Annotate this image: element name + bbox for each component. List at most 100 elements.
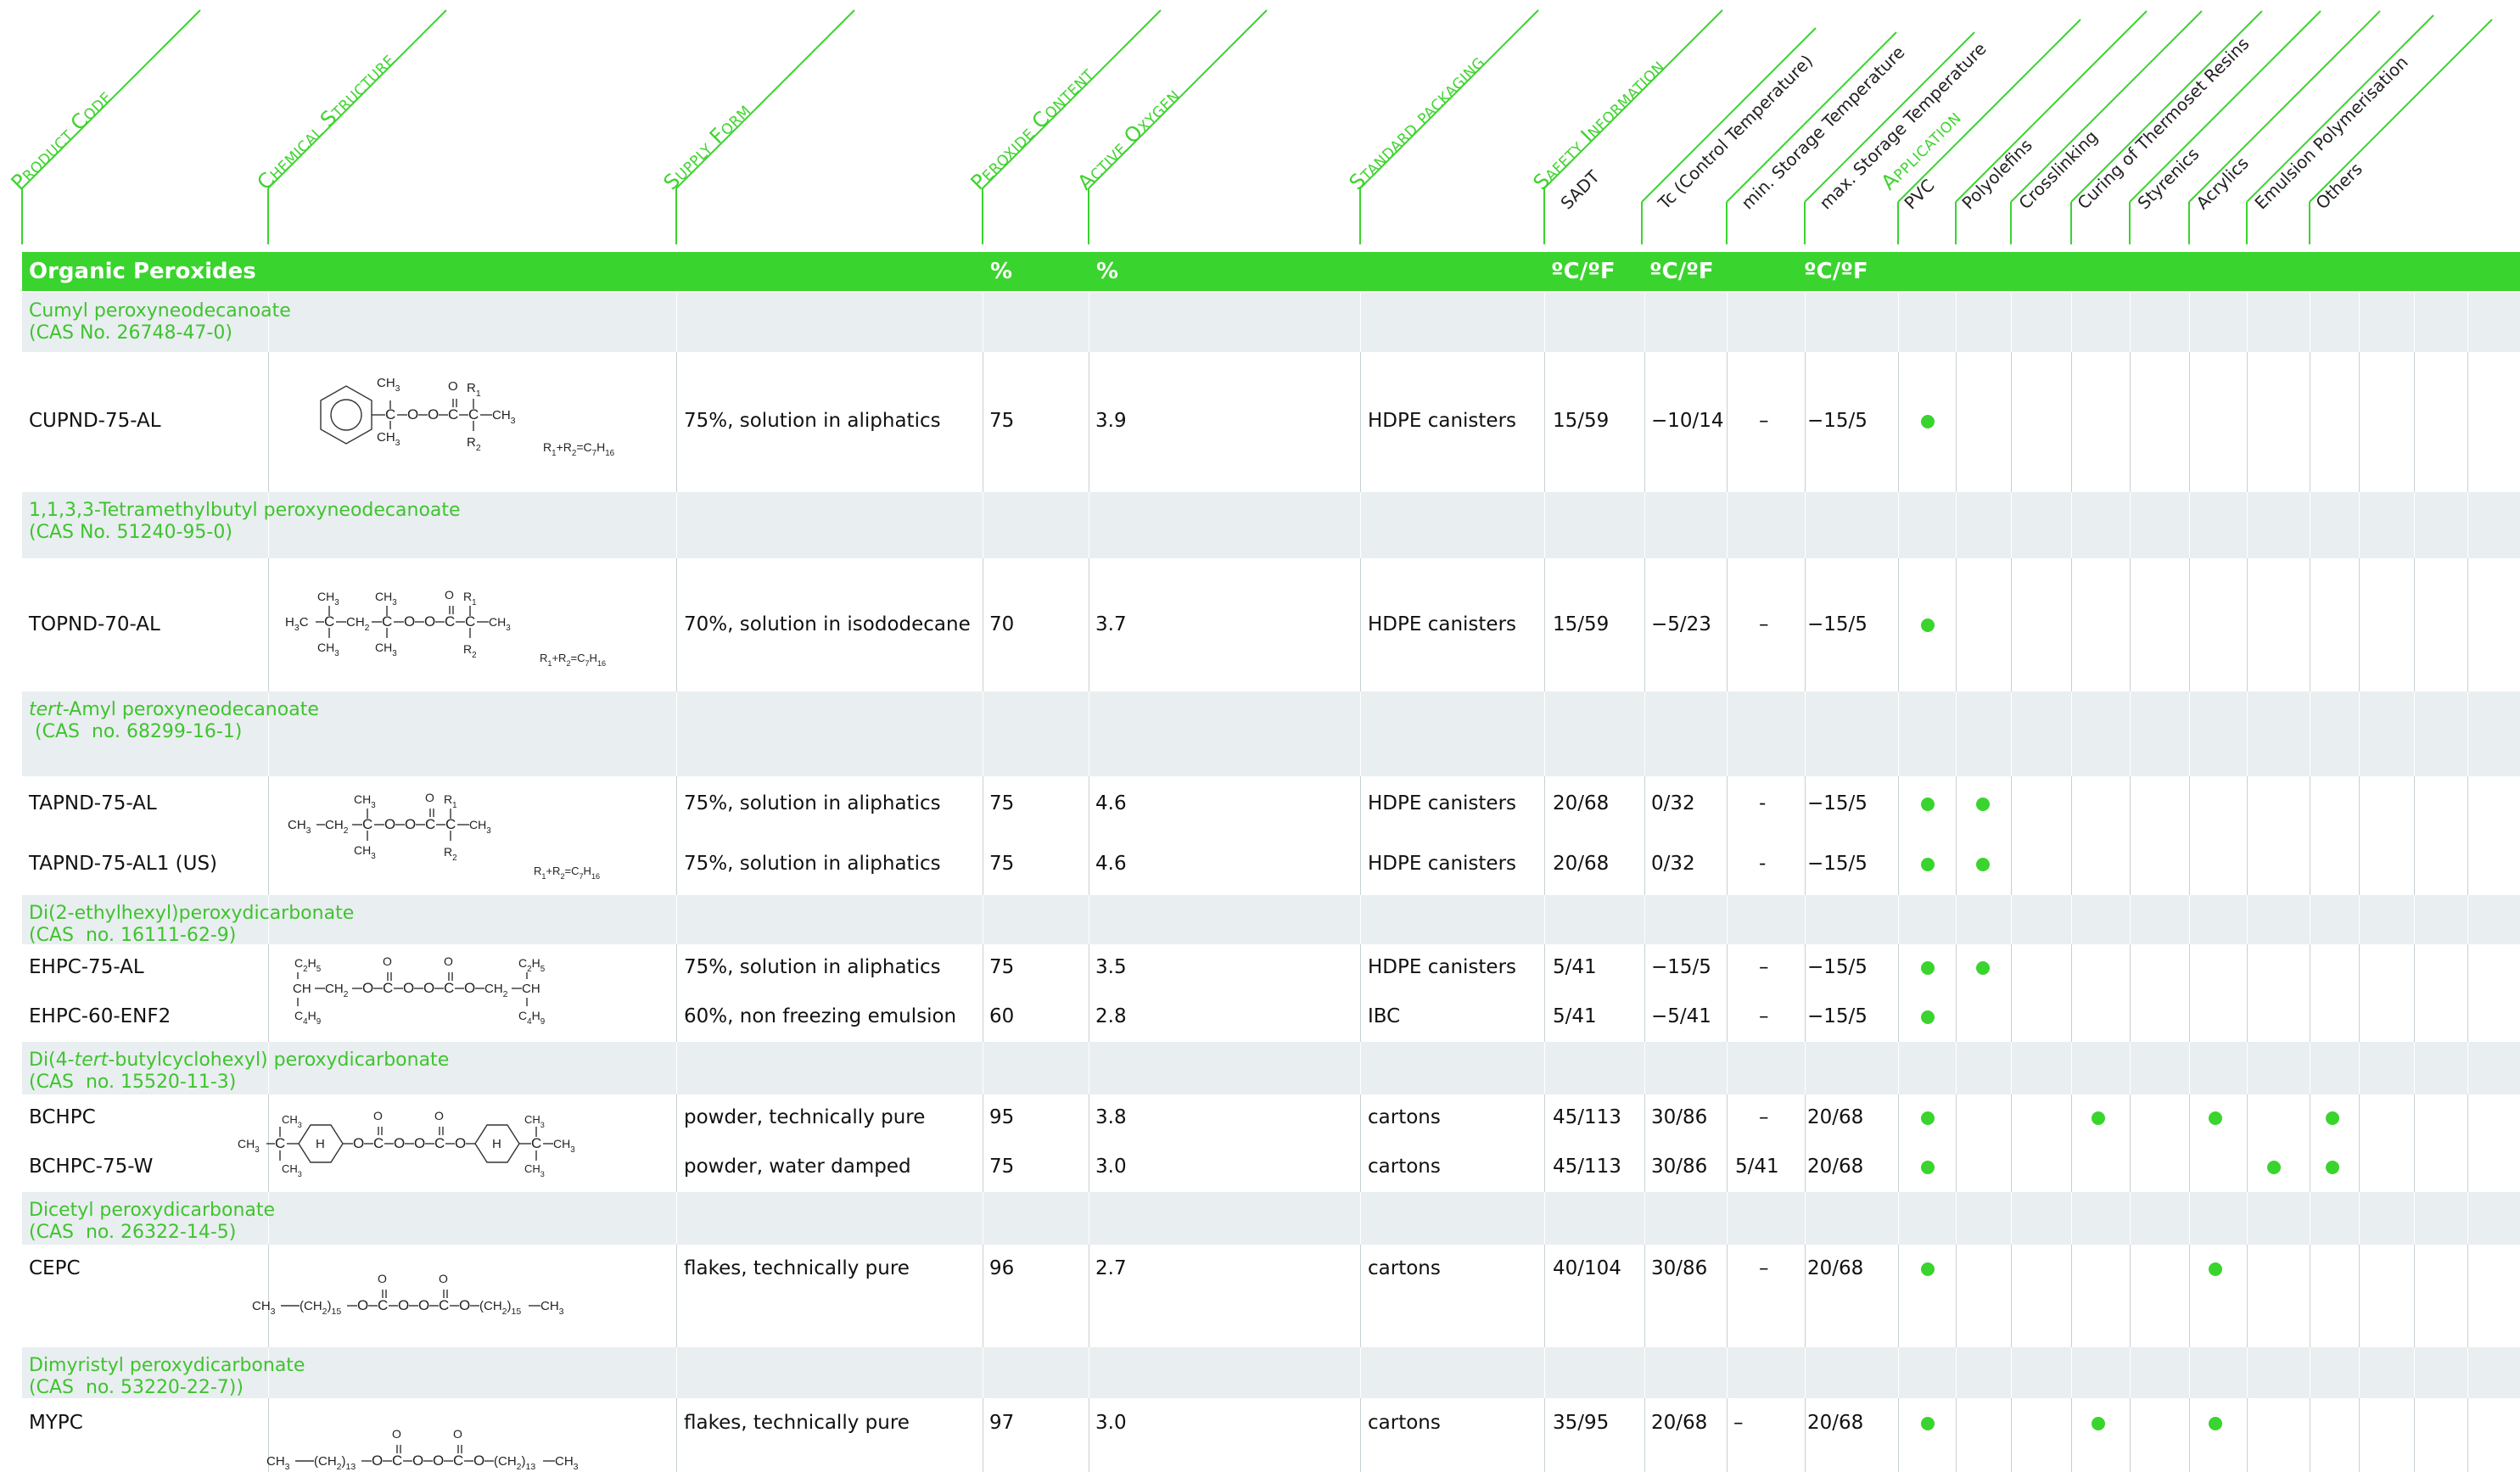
column-divider bbox=[1805, 352, 1806, 492]
column-divider bbox=[2071, 1192, 2072, 1245]
structure-label: CH3 bbox=[377, 430, 400, 448]
section-band bbox=[22, 1347, 2520, 1398]
column-divider bbox=[2011, 1398, 2012, 1472]
cell-sadt: 45/113 bbox=[1553, 1156, 1621, 1178]
column-divider bbox=[268, 944, 269, 1042]
column-divider bbox=[1898, 1042, 1899, 1094]
column-divider bbox=[2247, 691, 2248, 776]
structure-label: CH3 bbox=[252, 1299, 276, 1317]
column-divider bbox=[2071, 691, 2072, 776]
column-divider bbox=[1644, 1192, 1645, 1245]
structure-label: CH bbox=[522, 982, 540, 996]
structure-label: CH3 bbox=[375, 641, 397, 658]
cell-peroxide: 97 bbox=[989, 1412, 1015, 1434]
structure-label: CH2 bbox=[484, 982, 508, 999]
structure-label: C4H9 bbox=[294, 1009, 321, 1027]
column-divider bbox=[676, 352, 677, 492]
cell-supply: 70%, solution in isododecane bbox=[684, 613, 971, 635]
cell-oxygen: 4.6 bbox=[1095, 792, 1127, 814]
structure-label: O bbox=[444, 954, 453, 968]
section-cas: (CAS No. 51240-95-0) bbox=[29, 522, 232, 543]
column-divider bbox=[2071, 895, 2072, 944]
column-divider bbox=[2189, 1398, 2190, 1472]
cell-code: EHPC-60-ENF2 bbox=[29, 1005, 171, 1027]
column-divider bbox=[2071, 1245, 2072, 1347]
column-divider bbox=[1360, 1094, 1361, 1192]
structure-label: R2 bbox=[444, 845, 457, 863]
application-dot-acrylics bbox=[2209, 1111, 2222, 1125]
cell-packaging: HDPE canisters bbox=[1368, 853, 1517, 875]
structure-label: CH3 bbox=[317, 641, 339, 658]
column-divider bbox=[2467, 1192, 2468, 1245]
column-divider bbox=[2467, 776, 2468, 895]
column-divider bbox=[1360, 895, 1361, 944]
structure-label: O bbox=[407, 406, 418, 423]
structure-label: R2 bbox=[467, 435, 481, 453]
cell-max: −15/5 bbox=[1807, 792, 1868, 814]
structure-label: H bbox=[316, 1137, 325, 1151]
structure-ehpc: C2H5CHC4H9CH2 O COO O COO CH2 CHC2H5C4H9 bbox=[293, 954, 546, 1027]
column-divider bbox=[2130, 293, 2131, 352]
column-divider bbox=[2414, 492, 2415, 558]
structure-label: O bbox=[412, 1452, 423, 1469]
structure-label: O bbox=[373, 1109, 383, 1122]
cell-supply: flakes, technically pure bbox=[684, 1412, 910, 1434]
column-divider bbox=[1544, 776, 1545, 895]
structure-label: CH3 bbox=[317, 590, 339, 607]
structure-label: O bbox=[384, 816, 395, 832]
column-divider bbox=[2130, 944, 2131, 1042]
column-divider bbox=[2247, 895, 2248, 944]
organic-peroxides-band: Organic Peroxides % % ºC/ºF ºC/ºF ºC/ºF bbox=[22, 252, 2520, 291]
application-dot-curing bbox=[2092, 1417, 2105, 1430]
cell-peroxide: 75 bbox=[989, 410, 1015, 432]
cell-oxygen: 3.9 bbox=[1095, 410, 1127, 432]
column-divider bbox=[1898, 1398, 1899, 1472]
column-divider bbox=[676, 293, 677, 352]
structure-label: (CH2)15 bbox=[300, 1299, 341, 1317]
column-divider bbox=[268, 352, 269, 492]
cell-tc: −10/14 bbox=[1651, 410, 1724, 432]
cell-oxygen: 3.5 bbox=[1095, 956, 1127, 978]
column-divider bbox=[2071, 776, 2072, 895]
application-dot-pvc bbox=[1921, 798, 1935, 811]
column-divider bbox=[1360, 691, 1361, 776]
cell-tc: 30/86 bbox=[1651, 1106, 1708, 1128]
structure-label: C bbox=[445, 613, 455, 630]
cell-tc: −15/5 bbox=[1651, 956, 1711, 978]
column-divider bbox=[2247, 1245, 2248, 1347]
structure-label: O bbox=[404, 613, 415, 630]
column-divider bbox=[1360, 1192, 1361, 1245]
column-divider bbox=[1956, 1245, 1957, 1347]
column-divider bbox=[1898, 1192, 1899, 1245]
cell-min: - bbox=[1759, 853, 1767, 875]
section-title: 1,1,3,3-Tetramethylbutyl peroxyneodecano… bbox=[29, 500, 461, 544]
column-divider bbox=[2247, 293, 2248, 352]
column-divider bbox=[2414, 944, 2415, 1042]
column-divider bbox=[2414, 1347, 2415, 1398]
column-divider bbox=[2247, 558, 2248, 691]
column-divider bbox=[2247, 492, 2248, 558]
column-divider bbox=[2189, 776, 2190, 895]
column-divider bbox=[1727, 1192, 1728, 1245]
structure-label: C bbox=[434, 1135, 445, 1151]
column-divider bbox=[2071, 1347, 2072, 1398]
column-divider bbox=[1727, 1398, 1728, 1472]
column-divider bbox=[1805, 1094, 1806, 1192]
column-divider bbox=[1360, 1042, 1361, 1094]
column-divider bbox=[2011, 1042, 2012, 1094]
column-divider bbox=[2071, 492, 2072, 558]
column-divider bbox=[1727, 691, 1728, 776]
structure-tmb-peroxyneodecanoate: H3C CCH3CH3CH2 CCH3CH3O O COCR1R2CH3R1+R2=C7… bbox=[285, 588, 606, 668]
cell-code: TOPND-70-AL bbox=[29, 613, 160, 635]
column-divider bbox=[2359, 1347, 2360, 1398]
column-divider bbox=[1360, 776, 1361, 895]
structure-label: C bbox=[275, 1135, 285, 1151]
column-divider bbox=[2011, 492, 2012, 558]
column-divider bbox=[676, 691, 677, 776]
column-divider bbox=[2247, 944, 2248, 1042]
column-divider bbox=[1644, 1245, 1645, 1347]
structure-label: CH3 bbox=[469, 818, 491, 836]
cell-packaging: HDPE canisters bbox=[1368, 613, 1517, 635]
cell-max: 20/68 bbox=[1807, 1257, 1864, 1279]
column-divider bbox=[1544, 944, 1545, 1042]
